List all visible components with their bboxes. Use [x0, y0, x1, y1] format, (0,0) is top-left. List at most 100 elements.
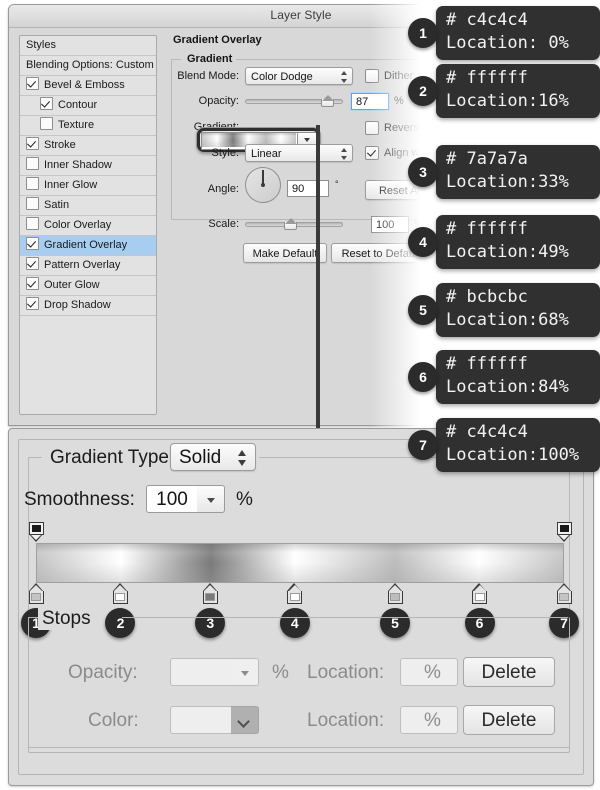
type-group-line-left [28, 457, 42, 458]
stop-location-unit-1: % [424, 662, 441, 683]
styles-list-item[interactable]: Drop Shadow [20, 296, 156, 316]
scale-slider-knob[interactable] [284, 218, 297, 230]
section-title: Gradient Overlay [169, 34, 266, 46]
blend-mode-label: Blend Mode: [177, 70, 239, 82]
checkbox-icon[interactable] [40, 97, 53, 110]
smoothness-input[interactable]: 100 [146, 485, 198, 513]
callout-number-badge-label: 6 [419, 369, 427, 385]
stop-opacity-label: Opacity: [68, 662, 138, 683]
checkbox-icon[interactable] [26, 237, 39, 250]
delete-opacity-stop-button[interactable]: Delete [463, 657, 555, 687]
checkbox-icon[interactable] [26, 177, 39, 190]
smoothness-dropdown-icon[interactable] [197, 485, 225, 513]
stop-opacity-dropdown-icon[interactable] [231, 658, 259, 686]
stop-color-label: Color: [88, 710, 139, 731]
opacity-stop-marker[interactable] [28, 522, 44, 542]
styles-list-item[interactable]: Inner Shadow [20, 156, 156, 176]
stop-color-dropdown-icon[interactable] [231, 706, 259, 734]
color-stop-marker[interactable] [287, 583, 303, 604]
styles-list-item-label: Outer Glow [44, 279, 100, 291]
opacity-label: Opacity: [198, 95, 239, 107]
updown-arrows-icon [238, 449, 247, 467]
style-select[interactable]: Linear [245, 144, 353, 162]
opacity-stop-marker[interactable] [556, 522, 572, 542]
callout-hex: # 7a7a7a [446, 149, 528, 169]
checkbox-icon[interactable] [26, 157, 39, 170]
checkbox-icon[interactable] [26, 137, 39, 150]
styles-list-item[interactable]: Inner Glow [20, 176, 156, 196]
checkbox-icon[interactable] [26, 297, 39, 310]
make-default-button[interactable]: Make Default [243, 243, 327, 263]
stop-location-unit-2: % [424, 710, 441, 731]
color-stop-swatch [559, 593, 569, 601]
scale-input[interactable]: 100 [371, 216, 409, 233]
color-stop-marker[interactable] [556, 583, 572, 604]
color-stop-callout: # c4c4c4 Location:100% [436, 418, 600, 472]
color-stop-swatch [474, 593, 485, 601]
dither-checkbox[interactable] [365, 69, 379, 83]
callout-hex: # ffffff [446, 68, 528, 88]
delete-color-stop-button[interactable]: Delete [463, 705, 555, 735]
updown-arrows-icon [341, 71, 348, 83]
gradient-type-value: Solid [179, 447, 222, 468]
styles-list-item-label: Color Overlay [44, 219, 112, 231]
styles-list-item-label: Pattern Overlay [44, 259, 121, 271]
opacity-stop-swatch [31, 525, 41, 532]
styles-list-item[interactable]: Pattern Overlay [20, 256, 156, 276]
angle-input[interactable]: 90 [287, 180, 329, 197]
checkbox-icon[interactable] [26, 197, 39, 210]
gradient-strip-wrap[interactable] [36, 543, 564, 583]
styles-list-item[interactable]: Satin [20, 196, 156, 216]
angle-dial[interactable] [245, 167, 281, 203]
reverse-checkbox[interactable] [365, 121, 379, 135]
gradient-type-select[interactable]: Solid [170, 443, 256, 471]
styles-list-header: Styles [20, 36, 156, 56]
color-stop-marker[interactable] [112, 583, 128, 604]
styles-list-item[interactable]: Color Overlay [20, 216, 156, 236]
opacity-input[interactable]: 87 [351, 93, 389, 110]
smoothness-unit: % [236, 489, 253, 510]
styles-list-item-label: Satin [44, 199, 70, 211]
stop-color-swatch[interactable] [170, 706, 232, 734]
callout-number-badge-label: 2 [419, 83, 427, 99]
checkbox-icon[interactable] [26, 277, 39, 290]
color-stop-swatch [205, 593, 216, 601]
gradient-group-title: Gradient [183, 53, 237, 65]
color-stop-marker[interactable] [202, 583, 218, 604]
styles-list-item-label: Bevel & Emboss [44, 79, 125, 91]
color-stop-marker[interactable] [387, 583, 403, 604]
color-stop-swatch [31, 593, 41, 601]
align-with-layer-checkbox[interactable] [365, 146, 379, 160]
blending-options-row[interactable]: Blending Options: Custom [20, 56, 156, 76]
styles-list-item[interactable]: Stroke [20, 136, 156, 156]
checkbox-icon[interactable] [26, 257, 39, 270]
gradient-strip[interactable] [36, 543, 564, 583]
opacity-slider-knob[interactable] [321, 95, 334, 107]
checkbox-icon[interactable] [40, 117, 53, 130]
callout-location: Location:100% [446, 445, 580, 465]
stops-line-right [122, 617, 568, 618]
styles-list-item[interactable]: Contour [20, 96, 156, 116]
styles-list-item[interactable]: Texture [20, 116, 156, 136]
callout-location: Location:68% [446, 310, 569, 330]
color-stop-swatch [289, 593, 300, 601]
blend-mode-value: Color Dodge [251, 71, 313, 83]
stop-location-label-2: Location: [307, 710, 385, 731]
styles-list-item-label: Gradient Overlay [44, 239, 128, 251]
checkbox-icon[interactable] [26, 217, 39, 230]
color-stop-marker[interactable] [28, 583, 44, 604]
callout-number-badge: 7 [408, 430, 438, 460]
styles-list[interactable]: Styles Blending Options: Custom Bevel & … [19, 35, 157, 415]
stop-opacity-input[interactable] [170, 658, 232, 686]
callout-number-badge: 4 [408, 227, 438, 257]
styles-list-item[interactable]: Bevel & Emboss [20, 76, 156, 96]
blend-mode-select[interactable]: Color Dodge [245, 67, 353, 85]
color-stop-callout: # 7a7a7a Location:33% [436, 145, 600, 199]
callout-number-badge: 2 [408, 76, 438, 106]
styles-list-item[interactable]: Outer Glow [20, 276, 156, 296]
angle-dial-hub [260, 182, 265, 187]
color-stop-callout: # bcbcbc Location:68% [436, 283, 600, 337]
color-stop-marker[interactable] [472, 583, 488, 604]
styles-list-item[interactable]: Gradient Overlay [20, 236, 156, 256]
checkbox-icon[interactable] [26, 77, 39, 90]
